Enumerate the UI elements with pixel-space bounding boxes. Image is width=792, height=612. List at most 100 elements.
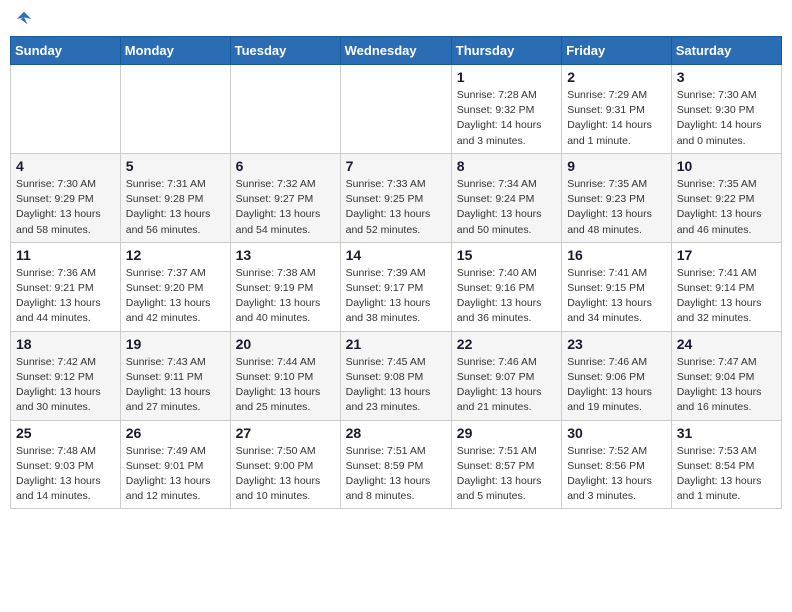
weekday-header-tuesday: Tuesday bbox=[230, 37, 340, 65]
calendar-cell bbox=[230, 65, 340, 154]
calendar-cell: 16 Sunrise: 7:41 AMSunset: 9:15 PMDayligh… bbox=[562, 242, 672, 331]
day-info: Sunrise: 7:45 AMSunset: 9:08 PMDaylight:… bbox=[346, 355, 446, 416]
day-number: 21 bbox=[346, 336, 446, 352]
page-header bbox=[10, 10, 782, 28]
day-info: Sunrise: 7:33 AMSunset: 9:25 PMDaylight:… bbox=[346, 177, 446, 238]
day-number: 9 bbox=[567, 158, 666, 174]
day-number: 29 bbox=[457, 425, 556, 441]
calendar-cell: 2 Sunrise: 7:29 AMSunset: 9:31 PMDaylight… bbox=[562, 65, 672, 154]
calendar-cell: 25Sunrise: 7:48 AMSunset: 9:03 PMDayligh… bbox=[11, 420, 121, 509]
day-info: Sunrise: 7:41 AMSunset: 9:15 PMDaylight:… bbox=[567, 266, 666, 327]
calendar-table: SundayMondayTuesdayWednesdayThursdayFrid… bbox=[10, 36, 782, 509]
day-number: 24 bbox=[677, 336, 776, 352]
day-number: 2 bbox=[567, 69, 666, 85]
calendar-cell: 10 Sunrise: 7:35 AMSunset: 9:22 PMDayligh… bbox=[671, 153, 781, 242]
day-number: 8 bbox=[457, 158, 556, 174]
calendar-cell: 13 Sunrise: 7:38 AMSunset: 9:19 PMDayligh… bbox=[230, 242, 340, 331]
logo-bird-icon bbox=[15, 10, 33, 28]
weekday-header-friday: Friday bbox=[562, 37, 672, 65]
calendar-cell: 30 Sunrise: 7:52 AMSunset: 8:56 PMDayligh… bbox=[562, 420, 672, 509]
day-info: Sunrise: 7:38 AMSunset: 9:19 PMDaylight:… bbox=[236, 266, 335, 327]
calendar-week-row: 4 Sunrise: 7:30 AMSunset: 9:29 PMDaylight… bbox=[11, 153, 782, 242]
calendar-cell: 31 Sunrise: 7:53 AMSunset: 8:54 PMDayligh… bbox=[671, 420, 781, 509]
calendar-cell: 27 Sunrise: 7:50 AMSunset: 9:00 PMDayligh… bbox=[230, 420, 340, 509]
day-number: 20 bbox=[236, 336, 335, 352]
day-info: Sunrise: 7:32 AMSunset: 9:27 PMDaylight:… bbox=[236, 177, 335, 238]
day-info: Sunrise: 7:35 AMSunset: 9:22 PMDaylight:… bbox=[677, 177, 776, 238]
calendar-cell: 26 Sunrise: 7:49 AMSunset: 9:01 PMDayligh… bbox=[120, 420, 230, 509]
day-number: 3 bbox=[677, 69, 776, 85]
calendar-cell: 28 Sunrise: 7:51 AMSunset: 8:59 PMDayligh… bbox=[340, 420, 451, 509]
day-info: Sunrise: 7:50 AMSunset: 9:00 PMDaylight:… bbox=[236, 444, 335, 505]
day-info: Sunrise: 7:47 AMSunset: 9:04 PMDaylight:… bbox=[677, 355, 776, 416]
day-number: 6 bbox=[236, 158, 335, 174]
day-info: Sunrise: 7:28 AMSunset: 9:32 PMDaylight:… bbox=[457, 88, 556, 149]
day-number: 4 bbox=[16, 158, 115, 174]
calendar-cell: 12 Sunrise: 7:37 AMSunset: 9:20 PMDayligh… bbox=[120, 242, 230, 331]
calendar-cell bbox=[120, 65, 230, 154]
calendar-cell: 20Sunrise: 7:44 AMSunset: 9:10 PMDayligh… bbox=[230, 331, 340, 420]
calendar-cell: 15 Sunrise: 7:40 AMSunset: 9:16 PMDayligh… bbox=[451, 242, 561, 331]
calendar-week-row: 25Sunrise: 7:48 AMSunset: 9:03 PMDayligh… bbox=[11, 420, 782, 509]
weekday-header-wednesday: Wednesday bbox=[340, 37, 451, 65]
day-number: 13 bbox=[236, 247, 335, 263]
day-number: 27 bbox=[236, 425, 335, 441]
day-number: 11 bbox=[16, 247, 115, 263]
weekday-header-monday: Monday bbox=[120, 37, 230, 65]
day-info: Sunrise: 7:51 AMSunset: 8:59 PMDaylight:… bbox=[346, 444, 446, 505]
day-number: 10 bbox=[677, 158, 776, 174]
day-number: 26 bbox=[126, 425, 225, 441]
day-info: Sunrise: 7:39 AMSunset: 9:17 PMDaylight:… bbox=[346, 266, 446, 327]
day-info: Sunrise: 7:51 AMSunset: 8:57 PMDaylight:… bbox=[457, 444, 556, 505]
calendar-cell: 4 Sunrise: 7:30 AMSunset: 9:29 PMDaylight… bbox=[11, 153, 121, 242]
day-info: Sunrise: 7:31 AMSunset: 9:28 PMDaylight:… bbox=[126, 177, 225, 238]
day-number: 17 bbox=[677, 247, 776, 263]
weekday-header-sunday: Sunday bbox=[11, 37, 121, 65]
day-number: 15 bbox=[457, 247, 556, 263]
day-number: 1 bbox=[457, 69, 556, 85]
calendar-cell: 23Sunrise: 7:46 AMSunset: 9:06 PMDayligh… bbox=[562, 331, 672, 420]
day-info: Sunrise: 7:30 AMSunset: 9:29 PMDaylight:… bbox=[16, 177, 115, 238]
calendar-cell: 17 Sunrise: 7:41 AMSunset: 9:14 PMDayligh… bbox=[671, 242, 781, 331]
calendar-week-row: 11 Sunrise: 7:36 AMSunset: 9:21 PMDayligh… bbox=[11, 242, 782, 331]
calendar-cell: 3 Sunrise: 7:30 AMSunset: 9:30 PMDaylight… bbox=[671, 65, 781, 154]
day-info: Sunrise: 7:30 AMSunset: 9:30 PMDaylight:… bbox=[677, 88, 776, 149]
calendar-cell: 11 Sunrise: 7:36 AMSunset: 9:21 PMDayligh… bbox=[11, 242, 121, 331]
day-number: 25 bbox=[16, 425, 115, 441]
day-info: Sunrise: 7:29 AMSunset: 9:31 PMDaylight:… bbox=[567, 88, 666, 149]
calendar-cell: 14 Sunrise: 7:39 AMSunset: 9:17 PMDayligh… bbox=[340, 242, 451, 331]
calendar-cell: 22Sunrise: 7:46 AMSunset: 9:07 PMDayligh… bbox=[451, 331, 561, 420]
day-info: Sunrise: 7:41 AMSunset: 9:14 PMDaylight:… bbox=[677, 266, 776, 327]
day-info: Sunrise: 7:53 AMSunset: 8:54 PMDaylight:… bbox=[677, 444, 776, 505]
day-info: Sunrise: 7:52 AMSunset: 8:56 PMDaylight:… bbox=[567, 444, 666, 505]
calendar-cell: 29 Sunrise: 7:51 AMSunset: 8:57 PMDayligh… bbox=[451, 420, 561, 509]
day-number: 5 bbox=[126, 158, 225, 174]
calendar-cell bbox=[11, 65, 121, 154]
day-info: Sunrise: 7:49 AMSunset: 9:01 PMDaylight:… bbox=[126, 444, 225, 505]
day-info: Sunrise: 7:37 AMSunset: 9:20 PMDaylight:… bbox=[126, 266, 225, 327]
day-number: 28 bbox=[346, 425, 446, 441]
day-number: 18 bbox=[16, 336, 115, 352]
calendar-week-row: 1 Sunrise: 7:28 AMSunset: 9:32 PMDaylight… bbox=[11, 65, 782, 154]
day-number: 7 bbox=[346, 158, 446, 174]
calendar-cell: 6 Sunrise: 7:32 AMSunset: 9:27 PMDaylight… bbox=[230, 153, 340, 242]
calendar-cell: 21 Sunrise: 7:45 AMSunset: 9:08 PMDayligh… bbox=[340, 331, 451, 420]
day-info: Sunrise: 7:36 AMSunset: 9:21 PMDaylight:… bbox=[16, 266, 115, 327]
weekday-header-thursday: Thursday bbox=[451, 37, 561, 65]
day-info: Sunrise: 7:34 AMSunset: 9:24 PMDaylight:… bbox=[457, 177, 556, 238]
day-info: Sunrise: 7:40 AMSunset: 9:16 PMDaylight:… bbox=[457, 266, 556, 327]
day-number: 14 bbox=[346, 247, 446, 263]
calendar-week-row: 18Sunrise: 7:42 AMSunset: 9:12 PMDayligh… bbox=[11, 331, 782, 420]
calendar-cell: 5 Sunrise: 7:31 AMSunset: 9:28 PMDaylight… bbox=[120, 153, 230, 242]
day-number: 30 bbox=[567, 425, 666, 441]
weekday-header-saturday: Saturday bbox=[671, 37, 781, 65]
day-info: Sunrise: 7:35 AMSunset: 9:23 PMDaylight:… bbox=[567, 177, 666, 238]
day-number: 22 bbox=[457, 336, 556, 352]
day-number: 12 bbox=[126, 247, 225, 263]
calendar-cell: 8 Sunrise: 7:34 AMSunset: 9:24 PMDaylight… bbox=[451, 153, 561, 242]
calendar-cell: 18Sunrise: 7:42 AMSunset: 9:12 PMDayligh… bbox=[11, 331, 121, 420]
calendar-cell: 9 Sunrise: 7:35 AMSunset: 9:23 PMDaylight… bbox=[562, 153, 672, 242]
calendar-cell: 24 Sunrise: 7:47 AMSunset: 9:04 PMDayligh… bbox=[671, 331, 781, 420]
day-number: 31 bbox=[677, 425, 776, 441]
day-number: 16 bbox=[567, 247, 666, 263]
